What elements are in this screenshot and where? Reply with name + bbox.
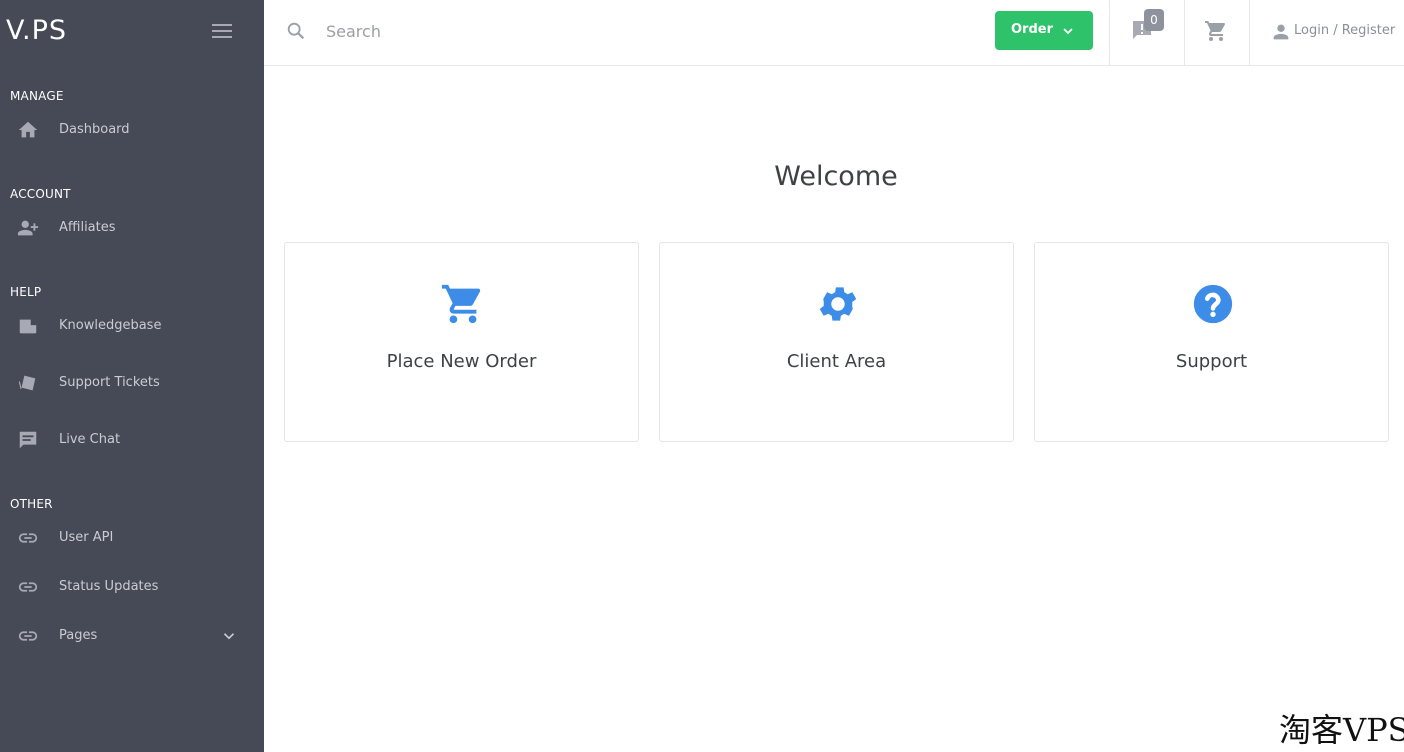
- add-user-icon: [17, 217, 39, 239]
- sidebar: V.PS MANAGE Dashboard ACCOUNT Affiliates…: [0, 0, 264, 752]
- card-support[interactable]: Support: [1034, 242, 1389, 442]
- search-icon[interactable]: [285, 20, 307, 42]
- sidebar-item-user-api[interactable]: User API: [0, 520, 264, 556]
- top-bar: Order 0 Login / Register: [264, 0, 1404, 66]
- card-client-area[interactable]: Client Area: [659, 242, 1014, 442]
- sidebar-item-label: Pages: [59, 628, 98, 643]
- card-place-new-order[interactable]: Place New Order: [284, 242, 639, 442]
- home-icon: [17, 119, 39, 141]
- sidebar-item-label: Live Chat: [59, 432, 121, 447]
- section-label-help: HELP: [10, 285, 42, 299]
- link-icon: [17, 625, 39, 647]
- app-root: V.PS MANAGE Dashboard ACCOUNT Affiliates…: [0, 0, 1404, 752]
- sidebar-item-dashboard[interactable]: Dashboard: [0, 112, 264, 148]
- section-label-other: OTHER: [10, 497, 53, 511]
- link-icon: [17, 527, 39, 549]
- card-title: Client Area: [786, 351, 887, 372]
- tickets-icon: [17, 372, 39, 394]
- sidebar-item-affiliates[interactable]: Affiliates: [0, 210, 264, 246]
- sidebar-item-label: Knowledgebase: [59, 318, 162, 333]
- notifications-badge: 0: [1144, 9, 1164, 31]
- sidebar-item-label: Support Tickets: [59, 375, 160, 390]
- sidebar-item-knowledgebase[interactable]: Knowledgebase: [0, 308, 264, 344]
- sidebar-item-support-tickets[interactable]: Support Tickets: [0, 365, 264, 401]
- chevron-down-icon[interactable]: [220, 627, 238, 645]
- sidebar-item-status-updates[interactable]: Status Updates: [0, 569, 264, 605]
- section-label-manage: MANAGE: [10, 89, 64, 103]
- card-title: Place New Order: [386, 351, 537, 372]
- order-button[interactable]: Order: [995, 11, 1093, 50]
- divider: [1109, 0, 1110, 65]
- chat-icon: [17, 429, 39, 451]
- question-icon: [1190, 281, 1236, 327]
- menu-toggle-icon[interactable]: [212, 24, 232, 38]
- section-label-account: ACCOUNT: [10, 187, 71, 201]
- order-button-label: Order: [1011, 22, 1053, 37]
- divider: [1184, 0, 1185, 65]
- gear-icon: [815, 281, 861, 327]
- cart-icon: [440, 281, 486, 327]
- cart-icon[interactable]: [1204, 19, 1228, 43]
- link-icon: [17, 576, 39, 598]
- brand-logo[interactable]: V.PS: [6, 15, 67, 46]
- sidebar-item-live-chat[interactable]: Live Chat: [0, 422, 264, 458]
- user-icon: [1273, 24, 1289, 40]
- sidebar-item-label: Affiliates: [59, 220, 116, 235]
- chevron-down-icon: [1060, 23, 1076, 39]
- divider: [1249, 0, 1250, 65]
- page-title: Welcome: [774, 161, 898, 192]
- sidebar-item-label: User API: [59, 530, 114, 545]
- sidebar-item-label: Status Updates: [59, 579, 159, 594]
- folder-icon: [17, 315, 39, 337]
- watermark-text: 淘客VPS: [1279, 711, 1404, 749]
- sidebar-item-label: Dashboard: [59, 122, 130, 137]
- sidebar-item-pages[interactable]: Pages: [0, 618, 264, 654]
- card-title: Support: [1175, 351, 1248, 372]
- login-register-label: Login / Register: [1294, 23, 1396, 38]
- search-input[interactable]: [326, 18, 926, 44]
